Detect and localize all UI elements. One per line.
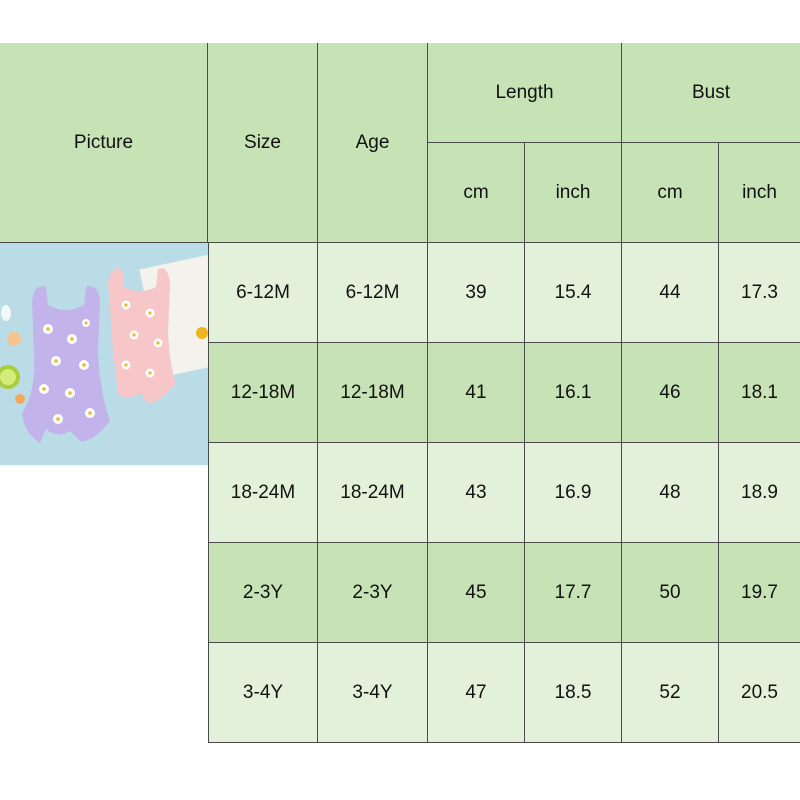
cell-bust-inch-value: 18.9 xyxy=(741,481,778,503)
cell-bust-inch: 18.9 xyxy=(719,443,800,543)
header-bust-label: Bust xyxy=(691,81,731,103)
cell-age: 12-18M xyxy=(318,343,428,443)
cell-bust-cm: 46 xyxy=(622,343,719,443)
cell-bust-inch: 18.1 xyxy=(719,343,800,443)
cell-length-cm-value: 47 xyxy=(465,681,487,703)
cell-size: 12-18M xyxy=(208,343,318,443)
header-bust-cm-label: cm xyxy=(657,181,683,203)
cell-size-value: 3-4Y xyxy=(242,681,284,703)
header-length-inch-label: inch xyxy=(555,181,591,203)
cell-bust-inch-value: 18.1 xyxy=(741,381,778,403)
cell-length-inch: 16.1 xyxy=(525,343,622,443)
cell-age: 3-4Y xyxy=(318,643,428,743)
cell-bust-cm-value: 52 xyxy=(659,681,681,703)
swimsuit-photo-icon xyxy=(0,243,208,465)
cell-length-cm-value: 41 xyxy=(465,381,487,403)
cell-bust-inch-value: 19.7 xyxy=(741,581,778,603)
header-length-cm-label: cm xyxy=(463,181,489,203)
cell-length-cm-value: 39 xyxy=(465,281,487,303)
cell-age: 2-3Y xyxy=(318,543,428,643)
cell-size: 18-24M xyxy=(208,443,318,543)
header-age: Age xyxy=(318,43,428,243)
cell-age-value: 6-12M xyxy=(345,281,400,303)
header-bust-inch: inch xyxy=(719,143,800,243)
cell-bust-cm: 50 xyxy=(622,543,719,643)
cell-age-value: 2-3Y xyxy=(352,581,393,603)
cell-bust-inch: 19.7 xyxy=(719,543,800,643)
cell-length-cm: 39 xyxy=(428,243,525,343)
header-length-inch: inch xyxy=(525,143,622,243)
cell-size: 3-4Y xyxy=(208,643,318,743)
header-picture-label: Picture xyxy=(73,131,134,153)
cell-length-cm-value: 43 xyxy=(465,481,487,503)
header-age-label: Age xyxy=(355,131,390,153)
header-size-label: Size xyxy=(244,131,281,153)
cell-bust-cm-value: 48 xyxy=(659,481,681,503)
cell-size-value: 6-12M xyxy=(236,281,290,303)
cell-length-inch-value: 18.5 xyxy=(554,681,592,703)
cell-length-cm-value: 45 xyxy=(465,581,487,603)
header-length-cm: cm xyxy=(428,143,525,243)
cell-bust-cm: 44 xyxy=(622,243,719,343)
cell-length-inch: 15.4 xyxy=(525,243,622,343)
cell-length-cm: 43 xyxy=(428,443,525,543)
header-length-label: Length xyxy=(495,81,554,103)
cell-bust-cm-value: 50 xyxy=(659,581,681,603)
cell-size-value: 2-3Y xyxy=(242,581,284,603)
cell-size-value: 18-24M xyxy=(230,481,296,503)
cell-bust-cm-value: 44 xyxy=(659,281,681,303)
cell-bust-inch-value: 17.3 xyxy=(741,281,778,303)
cell-length-cm: 47 xyxy=(428,643,525,743)
cell-age: 6-12M xyxy=(318,243,428,343)
header-bust: Bust xyxy=(622,43,800,143)
cell-age-value: 18-24M xyxy=(340,481,405,503)
header-length: Length xyxy=(428,43,622,143)
cell-size: 6-12M xyxy=(208,243,318,343)
cell-bust-inch: 20.5 xyxy=(719,643,800,743)
cell-size-value: 12-18M xyxy=(230,381,296,403)
cell-bust-cm-value: 46 xyxy=(659,381,681,403)
header-bust-inch-label: inch xyxy=(742,181,777,203)
cell-length-cm: 45 xyxy=(428,543,525,643)
cell-age-value: 12-18M xyxy=(340,381,405,403)
cell-age: 18-24M xyxy=(318,443,428,543)
cell-length-inch-value: 15.4 xyxy=(554,281,592,303)
cell-length-inch-value: 16.1 xyxy=(554,381,592,403)
cell-length-inch-value: 16.9 xyxy=(554,481,592,503)
cell-age-value: 3-4Y xyxy=(352,681,393,703)
header-size: Size xyxy=(208,43,318,243)
header-picture: Picture xyxy=(0,43,208,243)
cell-length-inch: 18.5 xyxy=(525,643,622,743)
cell-bust-cm: 52 xyxy=(622,643,719,743)
cell-length-cm: 41 xyxy=(428,343,525,443)
cell-bust-inch-value: 20.5 xyxy=(741,681,778,703)
cell-length-inch: 16.9 xyxy=(525,443,622,543)
cell-bust-inch: 17.3 xyxy=(719,243,800,343)
cell-length-inch: 17.7 xyxy=(525,543,622,643)
cell-bust-cm: 48 xyxy=(622,443,719,543)
header-bust-cm: cm xyxy=(622,143,719,243)
cell-length-inch-value: 17.7 xyxy=(554,581,592,603)
cell-size: 2-3Y xyxy=(208,543,318,643)
